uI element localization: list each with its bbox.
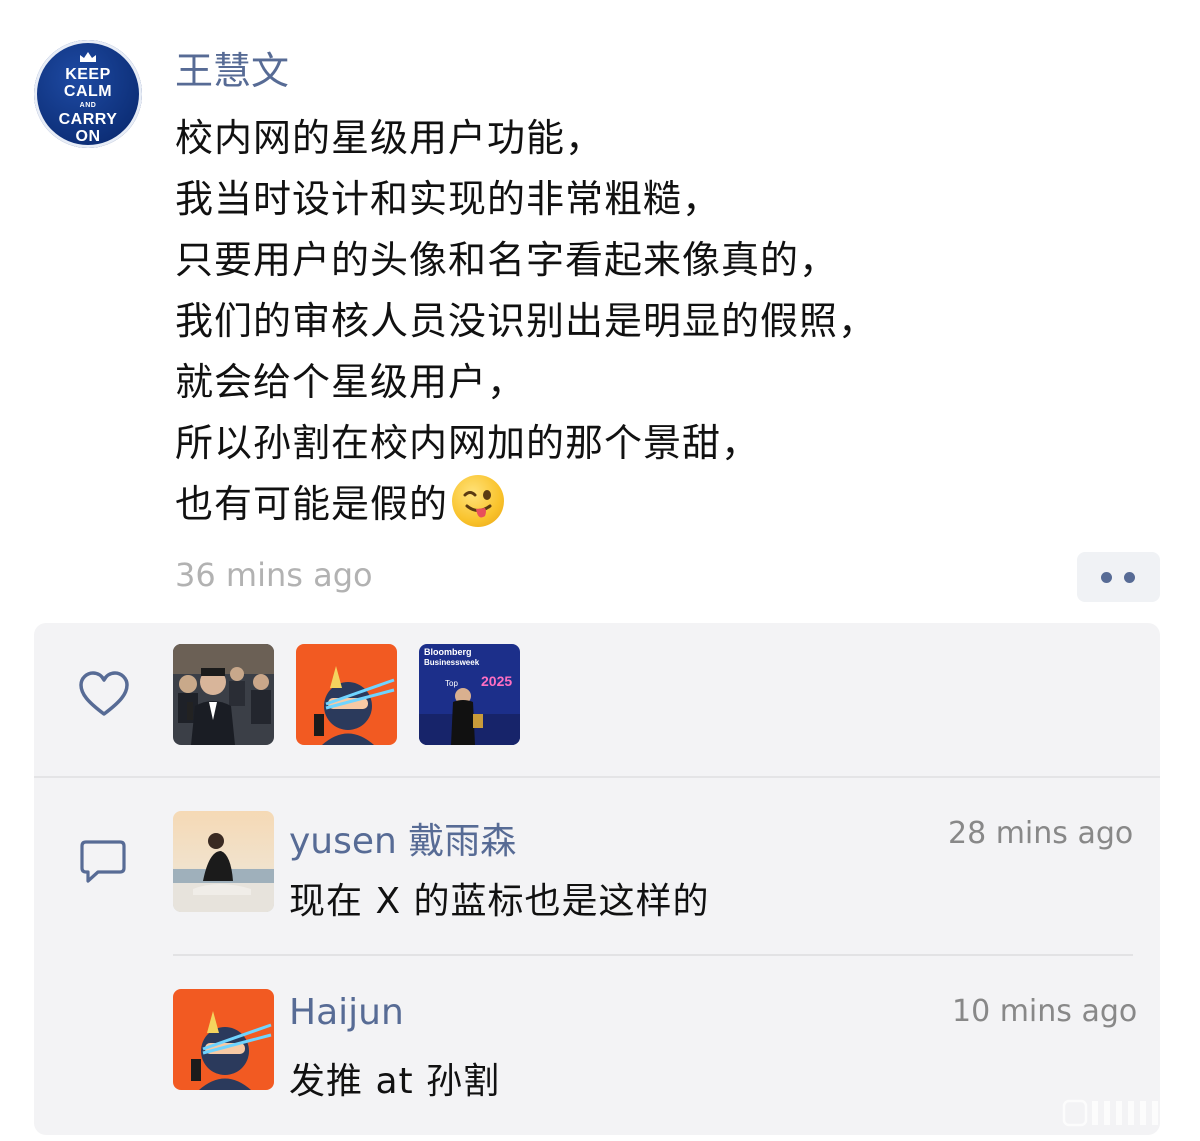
panel-divider bbox=[34, 776, 1160, 778]
post-line: 我当时设计和实现的非常粗糙， bbox=[175, 177, 722, 221]
heart-icon[interactable] bbox=[78, 670, 130, 718]
commenter-avatar[interactable] bbox=[173, 811, 274, 912]
comment-text: 发推 at 孙割 bbox=[289, 1061, 501, 1102]
comment-time: 28 mins ago bbox=[948, 816, 1134, 851]
post-line: 校内网的星级用户功能， bbox=[175, 116, 605, 160]
avatar-text: CARRY bbox=[58, 111, 118, 128]
bloomberg-text: Bloomberg bbox=[424, 647, 472, 657]
post-timestamp: 36 mins ago bbox=[175, 556, 373, 594]
weibo-watermark-icon bbox=[1062, 1099, 1182, 1127]
author-name[interactable]: 王慧文 bbox=[175, 40, 289, 95]
avatar-text: CALM bbox=[63, 83, 113, 100]
post-line: 就会给个星级用户， bbox=[175, 360, 527, 404]
winking-tongue-emoji-icon bbox=[452, 475, 505, 527]
crown-icon bbox=[80, 52, 96, 62]
comment-icon[interactable] bbox=[78, 838, 128, 884]
post-text: 校内网的星级用户功能， 我当时设计和实现的非常粗糙， 只要用户的头像和名字看起来… bbox=[175, 108, 1075, 535]
avatar-text: ON bbox=[75, 128, 101, 145]
commenter-name[interactable]: Haijun bbox=[289, 992, 404, 1033]
dot-icon bbox=[1101, 572, 1112, 583]
more-options-button[interactable] bbox=[1077, 552, 1160, 602]
author-avatar[interactable]: KEEP CALM AND CARRY ON bbox=[34, 40, 142, 148]
post-line: 所以孙割在校内网加的那个景甜， bbox=[175, 421, 761, 465]
comment-time: 10 mins ago bbox=[952, 994, 1138, 1029]
post-line: 只要用户的头像和名字看起来像真的， bbox=[175, 238, 839, 282]
liker-avatar[interactable] bbox=[296, 644, 397, 745]
avatar-text: KEEP bbox=[65, 66, 111, 83]
post-line-last: 也有可能是假的 bbox=[175, 474, 1075, 535]
bloomberg-text: 2025 bbox=[481, 673, 512, 689]
comment-text: 现在 X 的蓝标也是这样的 bbox=[289, 881, 710, 922]
post-line-text: 也有可能是假的 bbox=[175, 482, 449, 526]
commenter-name[interactable]: yusen 戴雨森 bbox=[289, 812, 516, 864]
post-line: 我们的审核人员没识别出是明显的假照， bbox=[175, 299, 878, 343]
liker-avatar[interactable] bbox=[173, 644, 274, 745]
bloomberg-text: Top bbox=[445, 679, 458, 688]
bloomberg-text: Businessweek bbox=[424, 658, 480, 667]
liker-avatar[interactable]: Bloomberg Businessweek Top 2025 bbox=[419, 644, 520, 745]
dot-icon bbox=[1124, 572, 1135, 583]
avatar-text: AND bbox=[79, 102, 97, 109]
comment-divider bbox=[173, 954, 1133, 956]
commenter-avatar[interactable] bbox=[173, 989, 274, 1090]
